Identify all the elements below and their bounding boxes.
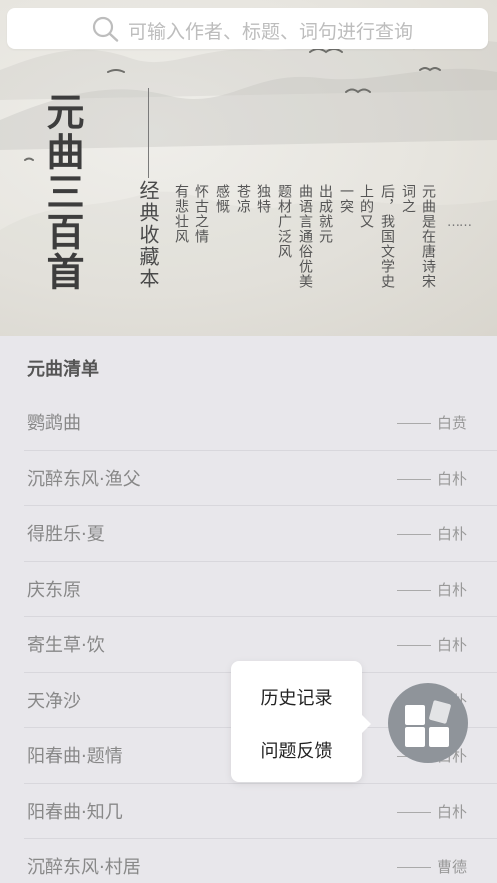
hero-divider	[148, 88, 149, 178]
item-title: 沉醉东风·村居	[27, 857, 141, 878]
intro-column: 独特	[255, 184, 271, 214]
item-author: 白朴	[396, 579, 467, 600]
intro-column: 苍凉	[235, 184, 251, 214]
intro-column: 有悲壮风	[173, 184, 189, 244]
search-icon	[92, 16, 119, 42]
item-author: 白朴	[396, 801, 467, 822]
item-title: 阳春曲·题情	[27, 746, 123, 767]
search-placeholder: 可输入作者、标题、词句进行查询	[128, 21, 414, 43]
item-author: 白朴	[396, 468, 467, 489]
author-name: 白朴	[436, 802, 467, 821]
intro-column: 题材广泛风	[276, 184, 292, 259]
item-title: 得胜乐·夏	[27, 524, 105, 545]
intro-column: 后，我国文学史	[379, 184, 395, 289]
item-author: 白朴	[396, 523, 467, 544]
search-bar[interactable]: 可输入作者、标题、词句进行查询	[7, 8, 488, 49]
item-author: 白贲	[396, 412, 467, 433]
hero-title: 元曲三百首	[40, 92, 85, 292]
more-dots[interactable]: ……	[447, 216, 472, 229]
hero-subtitle: 经典收藏本	[136, 180, 160, 290]
list-header: 元曲清单	[27, 359, 99, 380]
intro-column: 出成就元	[317, 184, 333, 244]
author-name: 白朴	[436, 580, 467, 599]
item-author: 曹德	[396, 856, 467, 877]
intro-column: 感慨	[214, 184, 230, 214]
intro-column: 词之	[400, 184, 416, 214]
list-item[interactable]: 庆东原 白朴	[24, 562, 497, 617]
author-name: 白朴	[436, 469, 467, 488]
author-name: 白贲	[436, 414, 467, 432]
item-title: 庆东原	[27, 579, 81, 601]
author-name: 白朴	[436, 525, 467, 543]
intro-column: 上的又	[358, 184, 374, 229]
list-item[interactable]: 沉醉东风·渔父 白朴	[24, 451, 497, 506]
intro-column: 曲语言通俗优美	[297, 184, 313, 289]
list-item[interactable]: 阳春曲·知几 白朴	[24, 784, 497, 839]
item-title: 天净沙	[27, 690, 81, 712]
intro-column: 怀古之情	[193, 184, 209, 244]
item-title: 寄生草·饮	[27, 635, 105, 656]
item-author: 白朴	[396, 634, 467, 655]
author-name: 曹德	[436, 858, 467, 876]
floating-menu-button[interactable]	[388, 683, 468, 763]
item-title: 阳春曲·知几	[27, 801, 123, 823]
list-item[interactable]: 沉醉东风·村居 曹德	[24, 839, 497, 883]
intro-column: 元曲是在唐诗宋	[420, 184, 436, 289]
list-item[interactable]: 得胜乐·夏 白朴	[24, 506, 497, 562]
list-item[interactable]: 鹦鹉曲 白贲	[24, 395, 497, 451]
feedback-menu-item[interactable]: 问题反馈	[231, 737, 362, 763]
floating-menu-popup: 历史记录 问题反馈	[231, 661, 371, 782]
author-name: 白朴	[436, 636, 467, 654]
qu-list: 鹦鹉曲 白贲 沉醉东风·渔父 白朴 得胜乐·夏 白朴 庆东原 白朴 寄生草·饮 …	[0, 395, 497, 883]
item-title: 沉醉东风·渔父	[27, 468, 141, 490]
hero-banner: 可输入作者、标题、词句进行查询 元曲三百首 经典收藏本 元曲是在唐诗宋 词之 后…	[0, 0, 497, 336]
grid-menu-icon	[405, 700, 451, 747]
history-menu-item[interactable]: 历史记录	[231, 684, 362, 710]
item-title: 鹦鹉曲	[27, 413, 81, 434]
intro-column: 一突	[338, 184, 354, 214]
